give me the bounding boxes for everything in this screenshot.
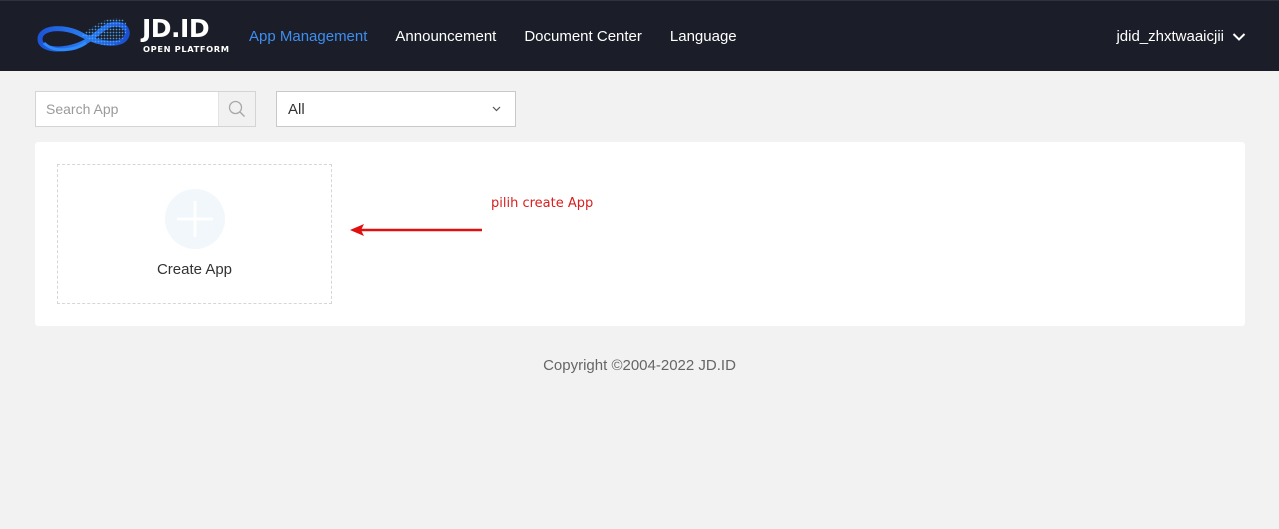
nav-announcement[interactable]: Announcement xyxy=(395,28,496,45)
main-nav: App Management Announcement Document Cen… xyxy=(249,1,765,72)
plus-icon xyxy=(177,201,213,237)
logo-title: JD.ID xyxy=(142,14,210,43)
user-menu[interactable]: jdid_zhxtwaaicjii xyxy=(1116,1,1246,72)
annotation-text: pilih create App xyxy=(491,196,594,211)
search-app xyxy=(35,91,256,127)
create-app-label: Create App xyxy=(156,261,233,278)
copyright-footer: Copyright ©2004-2022 JD.ID xyxy=(543,357,736,374)
search-button[interactable] xyxy=(218,92,255,126)
chevron-down-icon xyxy=(492,106,501,112)
nav-document-center[interactable]: Document Center xyxy=(524,28,642,45)
arrow-left-icon xyxy=(350,224,482,236)
top-header: JD.ID OPEN PLATFORM App Management Annou… xyxy=(0,0,1279,71)
app-list-panel: Create App xyxy=(35,142,1245,326)
nav-app-management[interactable]: App Management xyxy=(249,28,367,45)
jdid-logo[interactable]: JD.ID OPEN PLATFORM xyxy=(34,13,239,59)
search-input[interactable] xyxy=(36,92,220,126)
nav-language[interactable]: Language xyxy=(670,28,737,45)
logo-subtitle: OPEN PLATFORM xyxy=(143,44,230,54)
filter-value: All xyxy=(288,101,305,118)
search-icon xyxy=(228,100,245,117)
app-filter-select[interactable]: All xyxy=(276,91,516,127)
plus-circle xyxy=(165,189,225,249)
chevron-down-icon xyxy=(1232,32,1246,41)
create-app-button[interactable]: Create App xyxy=(57,164,332,304)
infinity-logo-icon xyxy=(37,18,130,52)
username: jdid_zhxtwaaicjii xyxy=(1116,28,1224,45)
